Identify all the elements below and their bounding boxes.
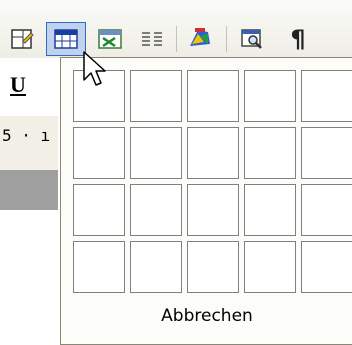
document-gray-area (0, 170, 58, 210)
table-picker-cell[interactable] (244, 127, 296, 179)
insert-table-icon (54, 29, 78, 49)
columns-button[interactable] (132, 22, 172, 56)
horizontal-ruler: 5 · ı (0, 116, 58, 171)
toolbar-separator (176, 26, 177, 52)
drawing-icon (190, 28, 210, 46)
cancel-label: Abbrechen (161, 306, 253, 326)
table-picker-cell[interactable] (301, 70, 352, 122)
insert-table-picker: Abbrechen (60, 57, 352, 345)
paragraph-mark-icon: ¶ (290, 25, 306, 53)
table-picker-cell[interactable] (130, 70, 182, 122)
insert-table-button[interactable] (46, 22, 86, 56)
formatting-toolbar: ¶ (0, 0, 352, 58)
toolbar-separator (226, 26, 227, 52)
table-picker-cell[interactable] (73, 184, 125, 236)
table-picker-cell[interactable] (244, 70, 296, 122)
insert-frame-icon (11, 29, 34, 49)
table-picker-cell[interactable] (187, 127, 239, 179)
table-picker-cell[interactable] (301, 241, 352, 293)
table-picker-cell[interactable] (187, 184, 239, 236)
table-picker-cell[interactable] (187, 70, 239, 122)
table-picker-cell[interactable] (130, 184, 182, 236)
cancel-button[interactable]: Abbrechen (61, 296, 352, 336)
show-formatting-button[interactable]: ¶ (278, 22, 318, 56)
underline-label: U (10, 72, 26, 97)
insert-excel-icon (98, 29, 122, 49)
ruler-marks: 5 · ı (2, 126, 51, 145)
mouse-pointer-icon (83, 51, 106, 86)
document-map-button[interactable] (232, 22, 272, 56)
table-picker-cell[interactable] (130, 127, 182, 179)
table-picker-cell[interactable] (130, 241, 182, 293)
drawing-button[interactable] (180, 22, 220, 56)
zoom-preview-icon (241, 29, 262, 49)
table-picker-cell[interactable] (301, 184, 352, 236)
table-picker-cell[interactable] (244, 241, 296, 293)
table-size-grid (73, 70, 352, 293)
underline-button[interactable]: U (2, 70, 34, 100)
table-picker-cell[interactable] (73, 241, 125, 293)
table-picker-cell[interactable] (301, 127, 352, 179)
table-picker-cell[interactable] (73, 127, 125, 179)
table-picker-cell[interactable] (244, 184, 296, 236)
columns-icon (142, 32, 162, 46)
insert-frame-button[interactable] (2, 22, 42, 56)
table-picker-cell[interactable] (187, 241, 239, 293)
